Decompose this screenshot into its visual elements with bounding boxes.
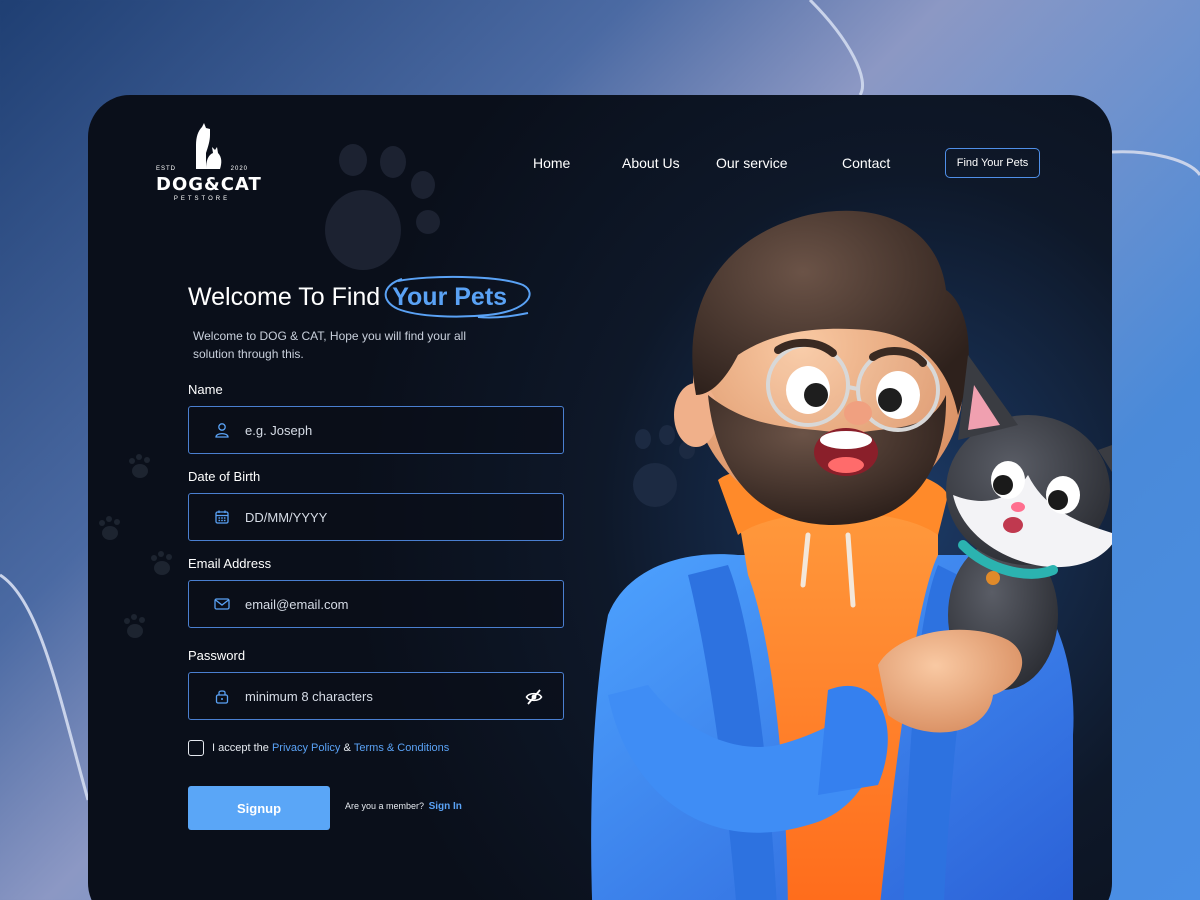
man-with-cat-illustration [591,210,1112,900]
signup-card: ESTD 2020 DOG&CAT PETSTORE Home About Us… [88,95,1112,900]
